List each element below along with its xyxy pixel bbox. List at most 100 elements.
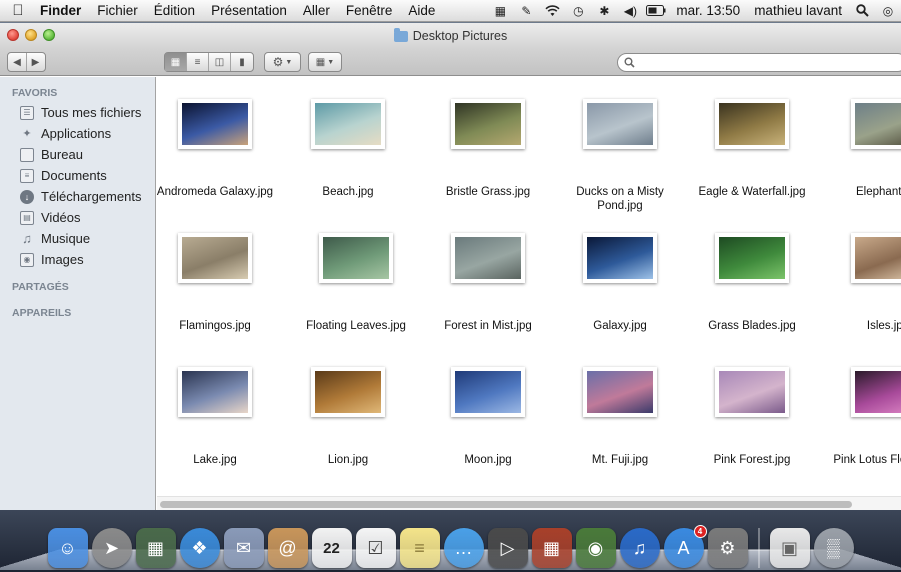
file-item[interactable]: Pink Lotus Flower.jpg [823, 367, 901, 467]
menu-app-name[interactable]: Finder [36, 3, 89, 18]
notification-center-icon[interactable]: ◎ [878, 3, 898, 19]
sidebar-item-documents[interactable]: ≡ Documents [0, 165, 155, 186]
cover-flow-view-icon[interactable]: ▮ [231, 53, 253, 71]
itunes-icon[interactable]: ♫ [619, 528, 660, 568]
search-field[interactable] [617, 53, 901, 72]
safari-icon[interactable]: ❖ [179, 528, 220, 568]
file-thumbnail [851, 99, 901, 149]
document-stack-icon[interactable]: ▣ [769, 528, 810, 568]
menu-aide[interactable]: Aide [400, 3, 443, 18]
menu-fichier[interactable]: Fichier [89, 3, 146, 18]
sidebar-item-movies[interactable]: ▤ Vidéos [0, 207, 155, 228]
battery-icon[interactable] [646, 3, 666, 19]
title-bar[interactable]: Desktop Pictures [0, 23, 901, 49]
wifi-icon[interactable] [542, 3, 562, 19]
facetime-icon[interactable]: ▷ [487, 528, 528, 568]
photo-booth-icon[interactable]: ▦ [531, 528, 572, 568]
sidebar-item-all-files[interactable]: ☰ Tous mes fichiers [0, 102, 155, 123]
column-view-icon[interactable]: ◫ [209, 53, 231, 71]
back-button[interactable]: ◀ [9, 53, 27, 71]
file-item[interactable]: Beach.jpg [283, 99, 413, 199]
messages-icon[interactable]: … [443, 528, 484, 568]
file-thumbnail [311, 367, 385, 417]
file-item[interactable]: Bristle Grass.jpg [423, 99, 553, 199]
icon-view-icon[interactable]: ▦ [165, 53, 187, 71]
file-name: Pink Forest.jpg [713, 454, 791, 466]
file-name: Lake.jpg [193, 454, 237, 466]
file-item[interactable]: Flamingos.jpg [157, 233, 280, 333]
reminders-icon[interactable]: ☑ [355, 528, 396, 568]
file-name: Eagle & Waterfall.jpg [698, 186, 806, 198]
sidebar-item-label: Vidéos [41, 210, 81, 225]
sidebar-item-desktop[interactable]: Bureau [0, 144, 155, 165]
file-name: Bristle Grass.jpg [445, 186, 531, 198]
app-store-icon[interactable]: A 4 [663, 525, 707, 568]
menu-aller[interactable]: Aller [295, 3, 338, 18]
contacts-icon[interactable]: @ [267, 528, 308, 568]
sidebar-item-applications[interactable]: ✦ Applications [0, 123, 155, 144]
time-machine-icon[interactable]: ◷ [568, 3, 588, 19]
file-name: Grass Blades.jpg [708, 320, 796, 332]
chevron-down-icon: ▼ [285, 58, 293, 66]
file-item[interactable]: Lake.jpg [157, 367, 280, 467]
file-item[interactable]: Ducks on a Misty Pond.jpg [555, 99, 685, 213]
sidebar-item-music[interactable]: ♫ Musique [0, 228, 155, 249]
menu-user[interactable]: mathieu lavant [747, 3, 849, 18]
file-thumbnail [851, 367, 901, 417]
file-item[interactable]: Andromeda Galaxy.jpg [157, 99, 280, 199]
file-item[interactable]: Elephant.jpg [823, 99, 901, 199]
spotlight-icon[interactable] [852, 3, 872, 19]
file-thumbnail [178, 367, 252, 417]
iphoto-icon[interactable]: ◉ [575, 528, 616, 568]
sidebar-item-downloads[interactable]: ↓ Téléchargements [0, 186, 155, 207]
calendar-icon[interactable]: 22 [311, 528, 352, 568]
file-item[interactable]: Pink Forest.jpg [687, 367, 817, 467]
file-item[interactable]: Isles.jpg [823, 233, 901, 333]
launchpad-icon[interactable]: ➤ [91, 528, 132, 568]
volume-icon[interactable]: ◀) [620, 3, 640, 19]
file-item[interactable]: Galaxy.jpg [555, 233, 685, 333]
sidebar-item-label: Tous mes fichiers [41, 105, 142, 120]
file-name: Beach.jpg [322, 186, 374, 198]
file-thumbnail [583, 367, 657, 417]
file-grid: Andromeda Galaxy.jpg Beach.jpg Bristle G… [157, 77, 901, 510]
menu-presentation[interactable]: Présentation [203, 3, 295, 18]
file-item[interactable]: Floating Leaves.jpg [291, 233, 421, 333]
file-item[interactable]: Mt. Fuji.jpg [555, 367, 685, 467]
dock-icons: ☺ ➤ ▦ ❖ ✉ @ 22 ☑ ≡ … ▷ ▦ ◉ ♫ A 4 ⚙ ▣ ▒ [0, 512, 901, 568]
menu-fenetre[interactable]: Fenêtre [338, 3, 401, 18]
mission-control-icon[interactable]: ▦ [135, 528, 176, 568]
file-name: Mt. Fuji.jpg [591, 454, 649, 466]
menu-edition[interactable]: Édition [146, 3, 203, 18]
file-name: Forest in Mist.jpg [444, 320, 532, 332]
horizontal-scrollbar[interactable] [157, 496, 901, 510]
search-input[interactable] [639, 56, 901, 69]
system-preferences-icon[interactable]: ⚙ [707, 528, 748, 568]
bluetooth-icon[interactable]: ✱ [594, 3, 614, 19]
script-icon[interactable]: ✎ [516, 3, 536, 19]
trash-icon[interactable]: ▒ [813, 528, 854, 568]
forward-button[interactable]: ▶ [27, 53, 45, 71]
action-menu-button[interactable]: ⚙ ▼ [264, 52, 301, 72]
arrange-menu-button[interactable]: ▦ ▼ [308, 52, 342, 72]
window-title: Desktop Pictures [0, 27, 901, 43]
finder-icon[interactable]: ☺ [47, 528, 88, 568]
file-item[interactable]: Grass Blades.jpg [687, 233, 817, 333]
file-item[interactable]: Lion.jpg [283, 367, 413, 467]
file-thumbnail [583, 99, 657, 149]
file-item[interactable]: Eagle & Waterfall.jpg [687, 99, 817, 199]
file-item[interactable]: Forest in Mist.jpg [423, 233, 553, 333]
file-name: Andromeda Galaxy.jpg [157, 186, 274, 198]
sidebar-header-devices: APPAREILS [12, 307, 72, 319]
menu-clock[interactable]: mar. 13:50 [669, 3, 747, 18]
list-view-icon[interactable]: ≡ [187, 53, 209, 71]
notes-icon[interactable]: ≡ [399, 528, 440, 568]
mail-icon[interactable]: ✉ [223, 528, 264, 568]
file-thumbnail [715, 233, 789, 283]
sidebar-item-pictures[interactable]: ◉ Images [0, 249, 155, 270]
all-files-icon: ☰ [20, 105, 34, 120]
file-item[interactable]: Moon.jpg [423, 367, 553, 467]
scrollbar-thumb[interactable] [160, 501, 852, 508]
display-icon[interactable]: ▦ [490, 3, 510, 19]
apple-menu-icon[interactable]:  [0, 2, 36, 19]
